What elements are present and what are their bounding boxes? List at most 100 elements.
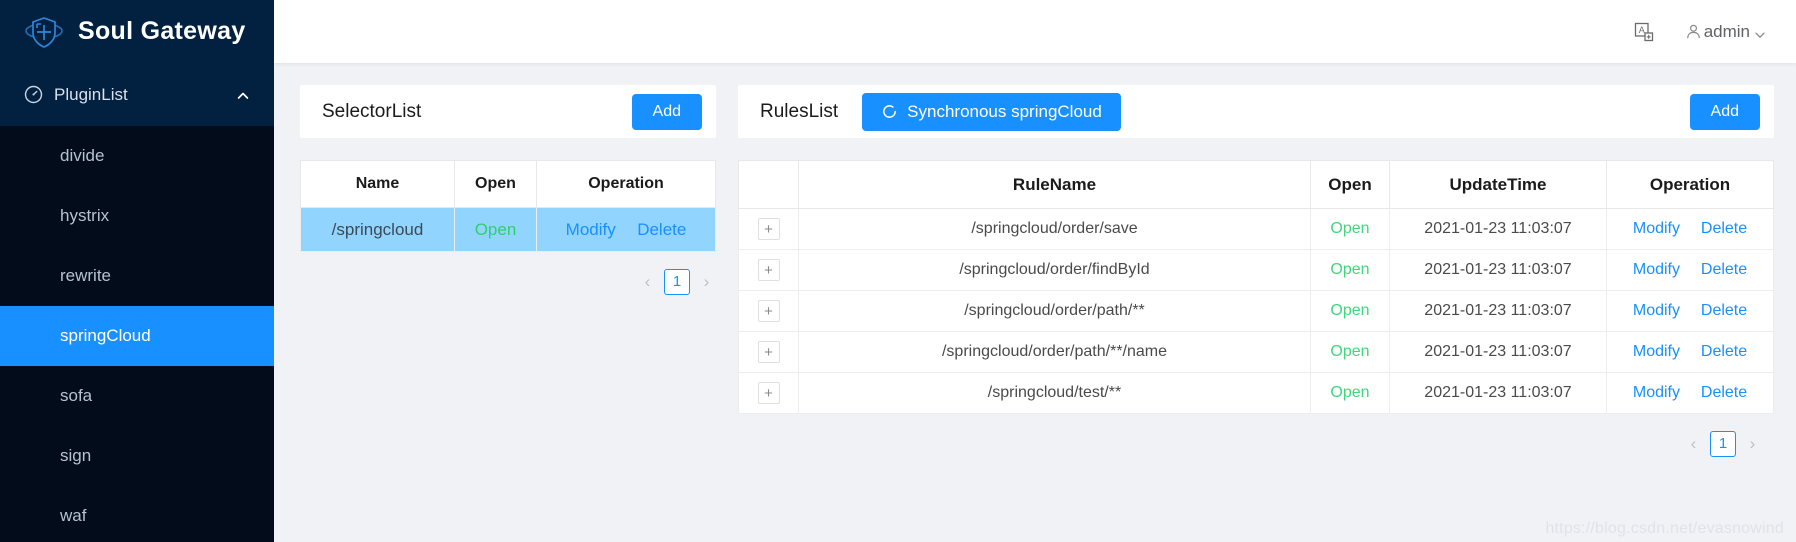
table-row[interactable]: + /springcloud/order/path/**/name Open 2… bbox=[738, 331, 1774, 373]
rules-open-cell: Open bbox=[1310, 290, 1390, 332]
rules-name-cell: /springcloud/order/path/**/name bbox=[798, 331, 1311, 373]
chevron-right-icon[interactable]: › bbox=[1745, 433, 1760, 455]
status-badge: Open bbox=[1330, 343, 1370, 360]
rules-expand-cell: + bbox=[738, 290, 799, 332]
table-row[interactable]: + /springcloud/order/save Open 2021-01-2… bbox=[738, 208, 1774, 250]
rules-name-cell: /springcloud/order/findById bbox=[798, 249, 1311, 291]
delete-link[interactable]: Delete bbox=[1701, 384, 1747, 401]
sidebar-item-label: rewrite bbox=[60, 266, 112, 285]
delete-link[interactable]: Delete bbox=[1701, 343, 1747, 360]
modify-link[interactable]: Modify bbox=[1633, 302, 1680, 319]
rules-operation-cell: Modify Delete bbox=[1606, 372, 1774, 414]
rules-expand-cell: + bbox=[738, 208, 799, 250]
rules-name-cell: /springcloud/test/** bbox=[798, 372, 1311, 414]
selector-table: Name Open Operation /springcloud Open Mo… bbox=[300, 160, 716, 252]
rules-open-cell: Open bbox=[1310, 331, 1390, 373]
delete-link[interactable]: Delete bbox=[1701, 220, 1747, 237]
selector-pagination: ‹ 1 › bbox=[300, 252, 716, 295]
sidebar-submenu: divide hystrix rewrite springCloud sofa … bbox=[0, 126, 274, 542]
pagination-page-1[interactable]: 1 bbox=[664, 269, 690, 295]
refresh-sync-icon bbox=[881, 103, 898, 120]
sidebar-item-label: springCloud bbox=[60, 326, 151, 345]
rules-open-cell: Open bbox=[1310, 208, 1390, 250]
sidebar-item-label: sofa bbox=[60, 386, 93, 405]
delete-link[interactable]: Delete bbox=[1701, 302, 1747, 319]
selector-operation-cell: Modify Delete bbox=[536, 207, 716, 252]
brand-name: Soul Gateway bbox=[78, 17, 246, 45]
chevron-right-icon[interactable]: › bbox=[699, 271, 714, 293]
brand-logo-bar[interactable]: Soul Gateway bbox=[0, 0, 274, 63]
sidebar-item-springcloud[interactable]: springCloud bbox=[0, 306, 274, 366]
sidebar-item-rewrite[interactable]: rewrite bbox=[0, 246, 274, 306]
dashboard-icon bbox=[24, 85, 43, 104]
user-avatar-icon bbox=[1685, 23, 1702, 40]
app-root: Soul Gateway PluginList divide hystrix r… bbox=[0, 0, 1796, 542]
sidebar-item-label: divide bbox=[60, 146, 105, 165]
chevron-up-icon[interactable] bbox=[236, 88, 250, 102]
sidebar-item-sign[interactable]: sign bbox=[0, 426, 274, 486]
modify-link[interactable]: Modify bbox=[1633, 384, 1680, 401]
sidebar-item-divide[interactable]: divide bbox=[0, 126, 274, 186]
modify-link[interactable]: Modify bbox=[566, 220, 616, 239]
top-header: A admin bbox=[274, 0, 1796, 63]
pagination-page-1[interactable]: 1 bbox=[1710, 431, 1736, 457]
shield-globe-logo-icon bbox=[24, 12, 64, 52]
rules-updatetime-cell: 2021-01-23 11:03:07 bbox=[1389, 208, 1607, 250]
rules-operation-cell: Modify Delete bbox=[1606, 331, 1774, 373]
plus-expand-icon[interactable]: + bbox=[757, 382, 780, 404]
rules-pagination: ‹ 1 › bbox=[738, 414, 1774, 457]
rules-panel-header: RulesList Synchronous springCloud Add bbox=[738, 85, 1774, 138]
sidebar: Soul Gateway PluginList divide hystrix r… bbox=[0, 0, 274, 542]
delete-link[interactable]: Delete bbox=[637, 220, 686, 239]
rules-add-button[interactable]: Add bbox=[1689, 93, 1760, 130]
table-row[interactable]: + /springcloud/order/path/** Open 2021-0… bbox=[738, 290, 1774, 332]
sidebar-item-waf[interactable]: waf bbox=[0, 486, 274, 542]
selector-panel: SelectorList Add Name Open Operation /sp… bbox=[300, 85, 716, 542]
synchronous-button-label: Synchronous springCloud bbox=[907, 101, 1102, 121]
table-row[interactable]: + /springcloud/order/findById Open 2021-… bbox=[738, 249, 1774, 291]
column-header-expand bbox=[738, 160, 799, 209]
modify-link[interactable]: Modify bbox=[1633, 343, 1680, 360]
column-header-open: Open bbox=[1310, 160, 1390, 209]
rules-panel-title: RulesList bbox=[760, 100, 839, 122]
svg-text:A: A bbox=[1638, 25, 1644, 35]
column-header-updatetime: UpdateTime bbox=[1389, 160, 1607, 209]
table-row[interactable]: + /springcloud/test/** Open 2021-01-23 1… bbox=[738, 372, 1774, 414]
content-area: SelectorList Add Name Open Operation /sp… bbox=[274, 63, 1796, 542]
chevron-left-icon[interactable]: ‹ bbox=[640, 271, 655, 293]
status-badge: Open bbox=[1330, 220, 1370, 237]
selector-panel-title: SelectorList bbox=[322, 100, 422, 122]
modify-link[interactable]: Modify bbox=[1633, 261, 1680, 278]
column-header-operation: Operation bbox=[536, 160, 716, 208]
synchronous-springcloud-button[interactable]: Synchronous springCloud bbox=[862, 92, 1121, 131]
sidebar-group-label: PluginList bbox=[54, 84, 128, 104]
chevron-left-icon[interactable]: ‹ bbox=[1686, 433, 1701, 455]
status-badge: Open bbox=[474, 219, 517, 239]
table-row[interactable]: /springcloud Open Modify Delete bbox=[300, 207, 716, 252]
column-header-name: Name bbox=[300, 160, 455, 208]
sidebar-item-sofa[interactable]: sofa bbox=[0, 366, 274, 426]
delete-link[interactable]: Delete bbox=[1701, 261, 1747, 278]
user-menu[interactable]: admin bbox=[1685, 22, 1766, 42]
rules-updatetime-cell: 2021-01-23 11:03:07 bbox=[1389, 331, 1607, 373]
plus-expand-icon[interactable]: + bbox=[757, 300, 780, 322]
translate-language-icon[interactable]: A bbox=[1633, 21, 1655, 43]
plus-expand-icon[interactable]: + bbox=[757, 218, 780, 240]
selector-name-cell: /springcloud bbox=[300, 207, 455, 252]
plus-expand-icon[interactable]: + bbox=[757, 259, 780, 281]
rules-operation-cell: Modify Delete bbox=[1606, 208, 1774, 250]
status-badge: Open bbox=[1330, 302, 1370, 319]
rules-table-body: + /springcloud/order/save Open 2021-01-2… bbox=[738, 208, 1774, 414]
rules-name-cell: /springcloud/order/save bbox=[798, 208, 1311, 250]
selector-add-button[interactable]: Add bbox=[631, 93, 702, 130]
rules-table-wrap: RuleName Open UpdateTime Operation + /sp… bbox=[738, 160, 1774, 414]
selector-table-wrap: Name Open Operation /springcloud Open Mo… bbox=[300, 160, 716, 252]
rules-expand-cell: + bbox=[738, 372, 799, 414]
sidebar-item-hystrix[interactable]: hystrix bbox=[0, 186, 274, 246]
user-name-label: admin bbox=[1703, 21, 1750, 41]
plus-expand-icon[interactable]: + bbox=[757, 341, 780, 363]
modify-link[interactable]: Modify bbox=[1633, 220, 1680, 237]
rules-updatetime-cell: 2021-01-23 11:03:07 bbox=[1389, 290, 1607, 332]
sidebar-group-pluginlist[interactable]: PluginList bbox=[0, 63, 274, 126]
rules-operation-cell: Modify Delete bbox=[1606, 249, 1774, 291]
